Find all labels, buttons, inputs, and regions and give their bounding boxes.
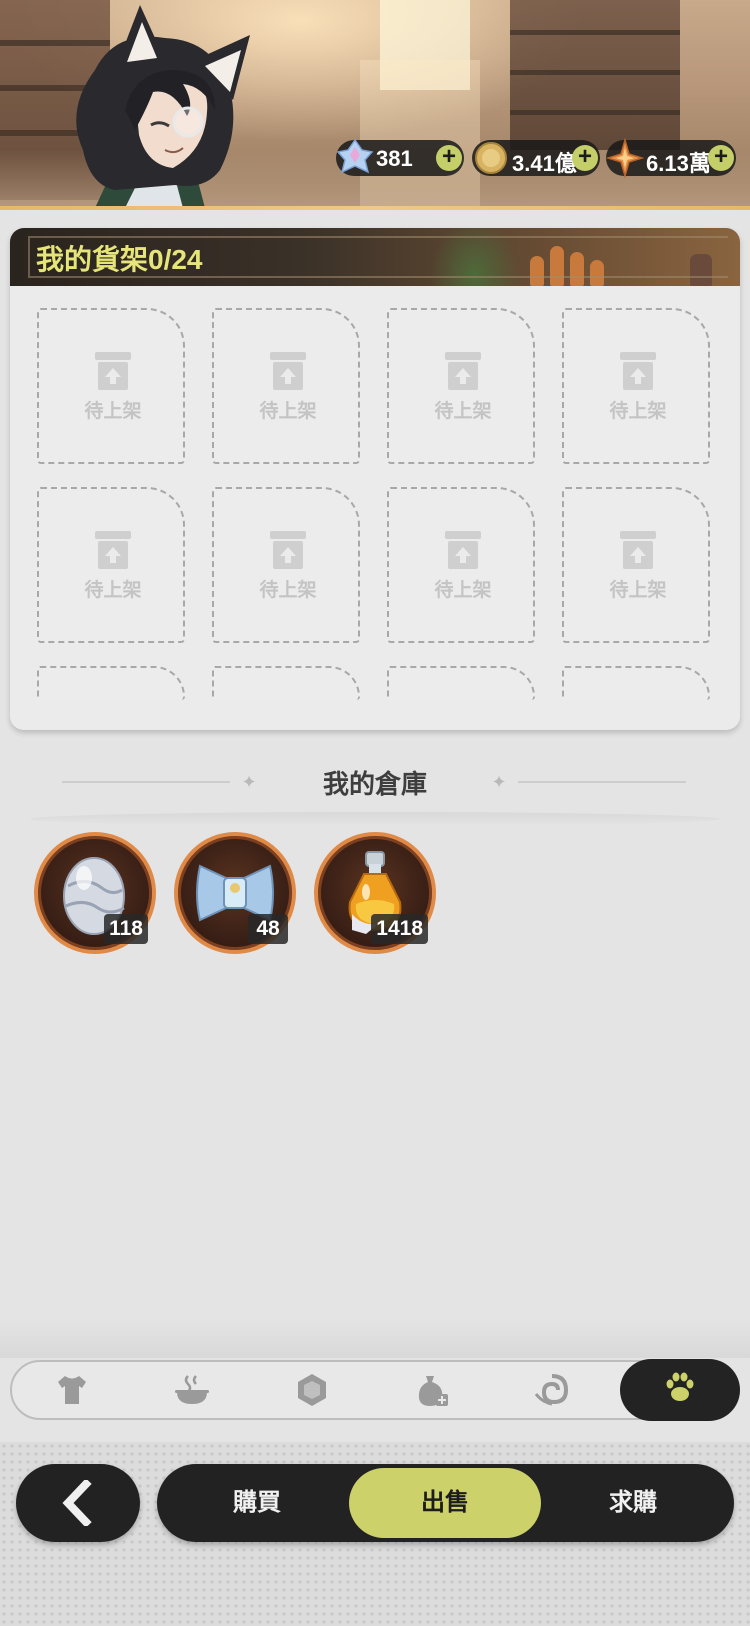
shirt-icon bbox=[58, 1376, 86, 1404]
crystal-gem-icon bbox=[336, 138, 374, 174]
tab-misc[interactable] bbox=[492, 1362, 612, 1418]
shelf-slot[interactable] bbox=[212, 666, 360, 700]
add-gold-button[interactable]: + bbox=[572, 145, 598, 171]
shelf-slot[interactable]: 待上架 bbox=[562, 487, 710, 643]
tab-clothing[interactable] bbox=[12, 1362, 132, 1418]
shelf-slot[interactable]: 待上架 bbox=[387, 308, 535, 464]
back-button[interactable] bbox=[16, 1464, 140, 1542]
currency-value: 381 bbox=[376, 146, 413, 171]
upload-box-icon bbox=[620, 531, 656, 569]
warehouse-item-egg[interactable]: 118 bbox=[34, 832, 156, 954]
currency-value: 3.41億 bbox=[512, 151, 577, 176]
shelf-slot[interactable]: 待上架 bbox=[37, 308, 185, 464]
slot-label: 待上架 bbox=[84, 580, 142, 601]
shelf-title: 我的貨架0/24 bbox=[36, 244, 203, 275]
upload-box-icon bbox=[95, 531, 131, 569]
warehouse-item-bandage[interactable]: 48 bbox=[174, 832, 296, 954]
upload-box-icon bbox=[270, 352, 306, 390]
slot-label: 待上架 bbox=[434, 580, 492, 601]
sack-icon bbox=[418, 1376, 448, 1406]
upload-box-icon bbox=[95, 352, 131, 390]
trade-mode-switch: 購買 出售 求購 bbox=[157, 1464, 734, 1542]
header-divider bbox=[0, 206, 750, 210]
slot-label: 待上架 bbox=[609, 401, 667, 422]
shelf-panel: 我的貨架0/24 待上架 待上架 待上架 待上架 待上架 待上架 待上架 待上架 bbox=[10, 228, 740, 730]
slot-label: 待上架 bbox=[259, 401, 317, 422]
tab-bar-shadow bbox=[0, 1318, 750, 1358]
add-star-button[interactable]: + bbox=[708, 145, 734, 171]
background-cabinet bbox=[510, 0, 680, 150]
header-banner: 381 + 3.41億 + 6.13萬 + bbox=[0, 0, 750, 210]
shelf-slot[interactable] bbox=[387, 666, 535, 700]
swirl-icon bbox=[534, 1374, 569, 1406]
upload-box-icon bbox=[620, 352, 656, 390]
currency-star: 6.13萬 + bbox=[606, 138, 736, 178]
currency-value: 6.13萬 bbox=[646, 151, 711, 176]
currency-gold: 3.41億 + bbox=[472, 140, 600, 176]
upload-box-icon bbox=[445, 352, 481, 390]
slot-label: 待上架 bbox=[609, 580, 667, 601]
shelf-slot[interactable] bbox=[37, 666, 185, 700]
tab-materials[interactable] bbox=[372, 1362, 492, 1418]
tab-gem[interactable] bbox=[252, 1362, 372, 1418]
shelf-slot[interactable]: 待上架 bbox=[387, 487, 535, 643]
upload-box-icon bbox=[270, 531, 306, 569]
shelf-slot[interactable] bbox=[562, 666, 710, 700]
section-shadow bbox=[30, 812, 720, 826]
currency-crystal: 381 + bbox=[336, 138, 464, 176]
star-shard-icon bbox=[606, 138, 644, 178]
shelf-slot[interactable]: 待上架 bbox=[562, 308, 710, 464]
buy-mode-button[interactable]: 購買 bbox=[161, 1468, 353, 1538]
tab-pets[interactable] bbox=[620, 1359, 740, 1421]
sparkle-icon: ✦ bbox=[491, 772, 507, 792]
shelf-slot[interactable]: 待上架 bbox=[212, 487, 360, 643]
item-quantity: 1418 bbox=[371, 914, 428, 944]
slot-label: 待上架 bbox=[259, 580, 317, 601]
sell-mode-button[interactable]: 出售 bbox=[349, 1468, 541, 1538]
slot-label: 待上架 bbox=[434, 401, 492, 422]
tab-food[interactable] bbox=[132, 1362, 252, 1418]
hexagon-gem-icon bbox=[298, 1374, 326, 1406]
shelf-grid: 待上架 待上架 待上架 待上架 待上架 待上架 待上架 待上架 bbox=[10, 286, 740, 730]
item-quantity: 48 bbox=[248, 914, 288, 944]
item-quantity: 118 bbox=[104, 914, 148, 944]
shopkeeper-portrait bbox=[76, 5, 250, 208]
shelf-title-bar: 我的貨架0/24 bbox=[10, 228, 740, 288]
add-crystal-button[interactable]: + bbox=[436, 145, 462, 171]
bowl-icon bbox=[175, 1375, 209, 1404]
divider-line bbox=[518, 781, 686, 783]
upload-box-icon bbox=[445, 531, 481, 569]
category-tab-bar bbox=[10, 1359, 740, 1421]
request-mode-button[interactable]: 求購 bbox=[537, 1468, 729, 1538]
slot-label: 待上架 bbox=[84, 401, 142, 422]
shelf-slot[interactable]: 待上架 bbox=[212, 308, 360, 464]
paw-icon bbox=[666, 1372, 694, 1401]
shelf-slot[interactable]: 待上架 bbox=[37, 487, 185, 643]
gold-coin-icon bbox=[475, 142, 507, 174]
chevron-left-icon bbox=[62, 1480, 92, 1526]
warehouse-item-potion[interactable]: 1418 bbox=[314, 832, 436, 954]
